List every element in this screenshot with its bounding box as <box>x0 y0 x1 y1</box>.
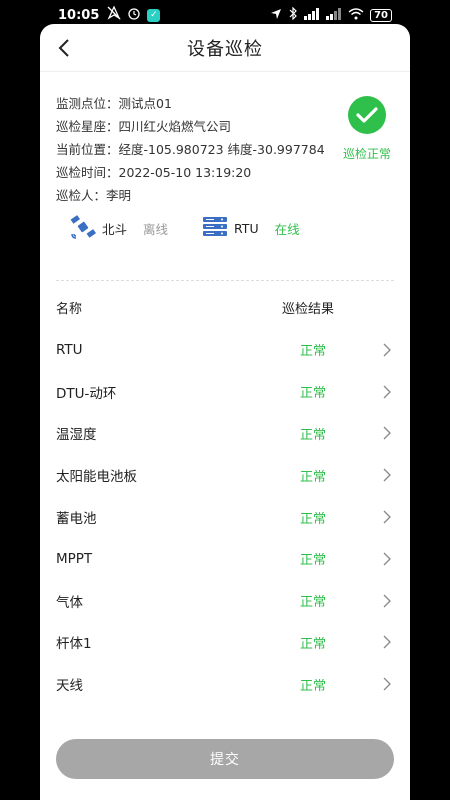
chevron-right-icon <box>380 343 394 357</box>
chevron-right-icon <box>380 594 394 608</box>
navigation-icon <box>270 8 282 23</box>
item-name: 太阳能电池板 <box>56 469 137 486</box>
item-name: MPPT <box>56 550 93 567</box>
item-name: 气体 <box>56 594 83 611</box>
list-item[interactable]: 杆体1 正常 <box>40 622 410 664</box>
chevron-right-icon <box>380 426 394 440</box>
item-result: 正常 <box>300 427 327 443</box>
battery-indicator: 70 <box>370 8 392 22</box>
list-item[interactable]: 温湿度 正常 <box>40 413 410 455</box>
item-result: 正常 <box>300 595 327 611</box>
device-state-beidou: 离线 <box>143 221 169 237</box>
wifi-icon <box>348 7 364 23</box>
inspection-list: RTU 正常 DTU-动环 正常 温湿度 正常 太阳能电池板 正常 蓄电池 正常… <box>40 329 410 705</box>
check-circle-icon <box>348 96 386 134</box>
item-name: RTU <box>56 341 83 358</box>
status-ok: 巡检正常 <box>340 96 394 162</box>
device-status-row: 北斗 离线 RTU 在线 <box>56 213 394 243</box>
info-inspector: 巡检人：李明 <box>56 188 132 203</box>
list-item[interactable]: 天线 正常 <box>40 663 410 705</box>
list-item[interactable]: 气体 正常 <box>40 580 410 622</box>
chevron-right-icon <box>380 552 394 566</box>
item-name: DTU-动环 <box>56 385 117 402</box>
item-result: 正常 <box>300 553 327 569</box>
status-label: 巡检正常 <box>342 147 391 161</box>
signal-icon <box>304 7 320 23</box>
device-name-rtu: RTU <box>234 220 259 236</box>
device-name-beidou: 北斗 <box>102 221 128 237</box>
info-time: 巡检时间：2022-05-10 13:19:20 <box>56 165 252 180</box>
signal-icon-2 <box>326 7 342 23</box>
item-result: 正常 <box>300 678 327 694</box>
device-state-rtu: 在线 <box>274 221 300 237</box>
inspection-info: 监测点位：测试点01 巡检星座：四川红火焰燃气公司 当前位置：经度-105.98… <box>40 72 410 264</box>
item-name: 天线 <box>56 678 83 695</box>
status-time: 10:05 <box>58 7 100 23</box>
submit-button[interactable]: 提交 <box>56 739 394 779</box>
column-name: 名称 <box>56 301 83 317</box>
item-result: 正常 <box>300 511 327 527</box>
list-item[interactable]: 蓄电池 正常 <box>40 496 410 538</box>
back-button[interactable] <box>54 38 74 58</box>
server-icon <box>202 216 228 241</box>
location-off-icon <box>107 5 121 24</box>
item-result: 正常 <box>300 636 327 652</box>
item-name: 杆体1 <box>56 636 92 653</box>
chevron-left-icon <box>58 39 69 57</box>
chevron-right-icon <box>380 468 394 482</box>
page-title: 设备巡检 <box>187 38 263 60</box>
item-result: 正常 <box>300 386 327 402</box>
item-result: 正常 <box>300 469 327 485</box>
screen: 设备巡检 监测点位：测试点01 巡检星座：四川红火焰燃气公司 当前位置：经度-1… <box>40 24 410 800</box>
list-item[interactable]: DTU-动环 正常 <box>40 371 410 413</box>
header: 设备巡检 <box>40 24 410 72</box>
chevron-right-icon <box>380 635 394 649</box>
column-result: 巡检结果 <box>282 301 335 317</box>
device-beidou: 北斗 离线 <box>70 214 168 243</box>
table-header: 名称 巡检结果 <box>40 285 410 329</box>
bluetooth-icon <box>288 6 298 23</box>
list-item[interactable]: RTU 正常 <box>40 329 410 371</box>
chevron-right-icon <box>380 385 394 399</box>
item-name: 蓄电池 <box>56 511 97 528</box>
item-result: 正常 <box>300 344 327 360</box>
satellite-icon <box>70 214 96 243</box>
list-item[interactable]: MPPT 正常 <box>40 538 410 580</box>
chevron-right-icon <box>380 677 394 691</box>
item-name: 温湿度 <box>56 427 97 444</box>
chevron-right-icon <box>380 510 394 524</box>
alarm-clock-icon <box>127 6 141 24</box>
app-notification-icon: ✓ <box>147 8 161 22</box>
list-item[interactable]: 太阳能电池板 正常 <box>40 454 410 496</box>
device-rtu: RTU 在线 <box>202 216 300 241</box>
dashed-divider <box>56 280 394 281</box>
